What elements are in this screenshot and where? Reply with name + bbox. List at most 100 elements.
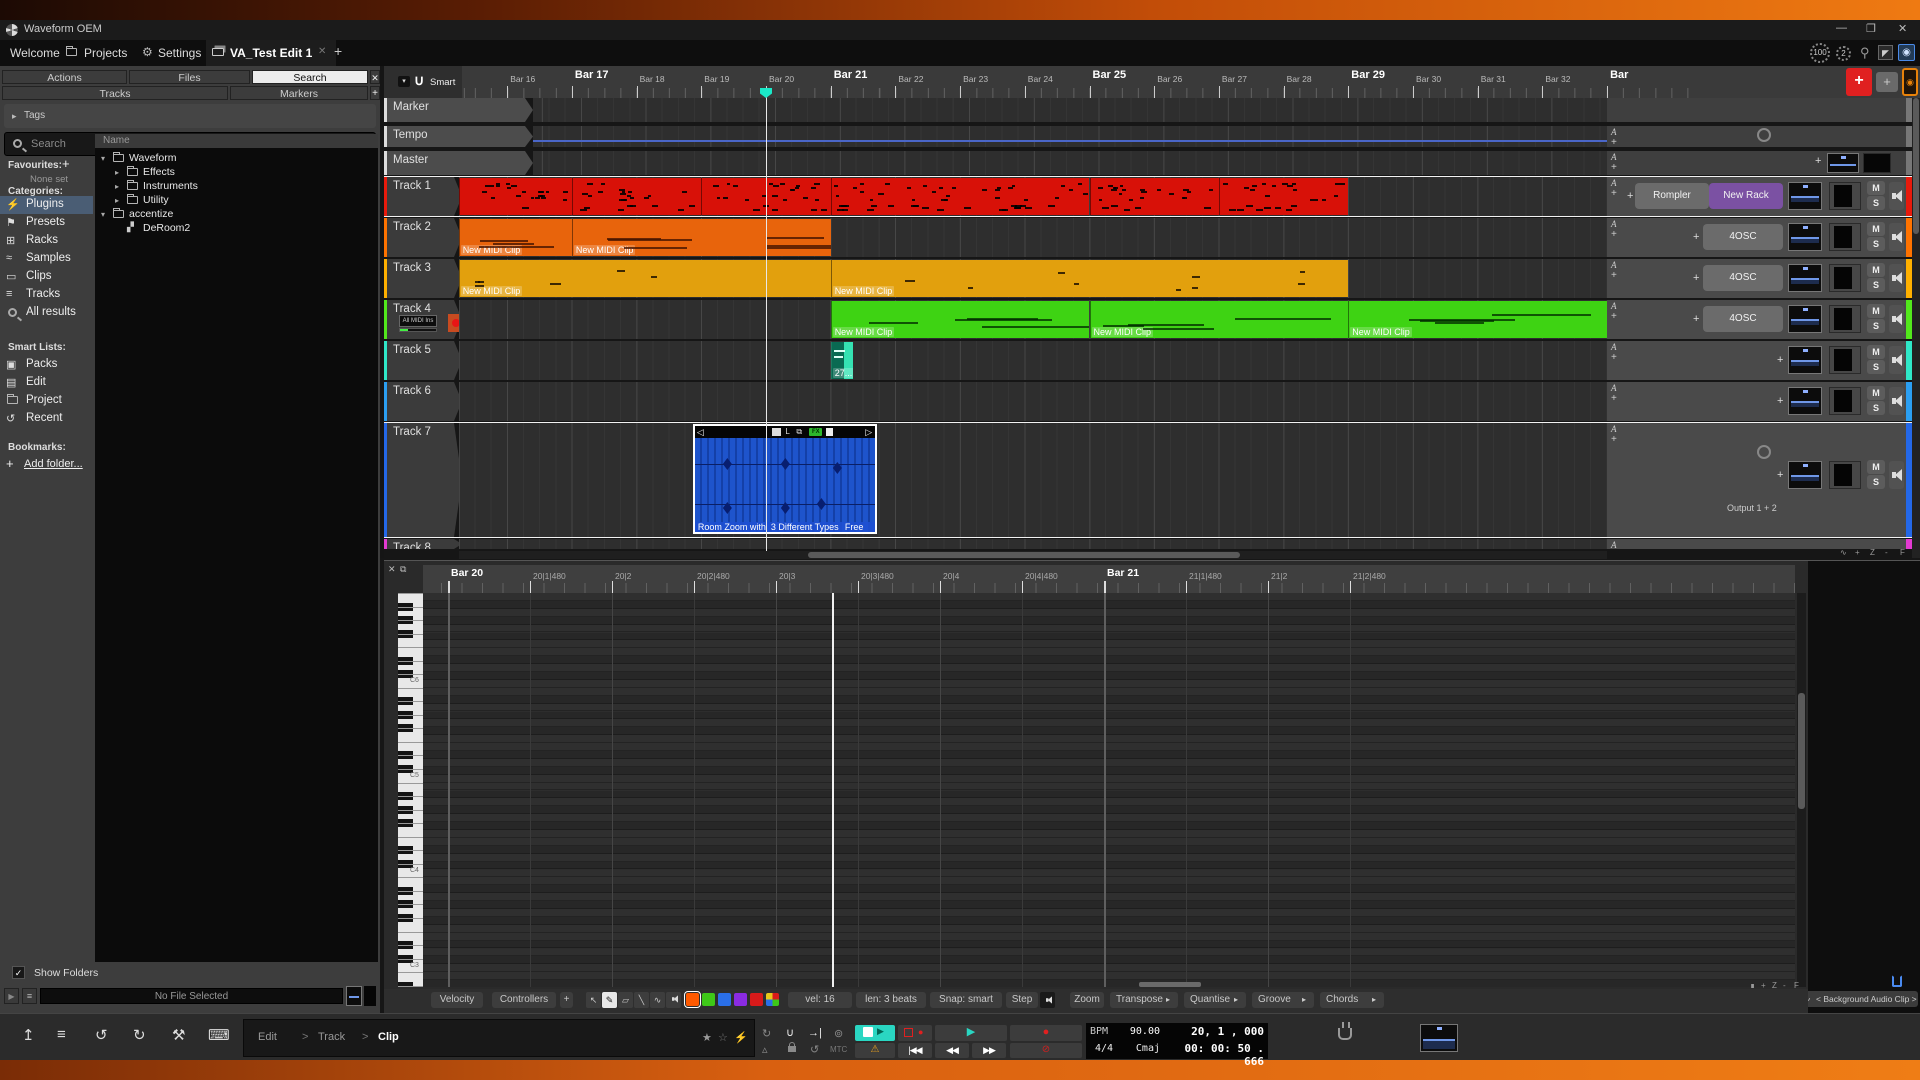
tool-pencil[interactable]: ✎: [602, 992, 617, 1008]
cycle-icon[interactable]: ↻: [762, 1027, 771, 1040]
pr-h-scrollbar-thumb[interactable]: [1139, 982, 1201, 987]
preview-play-button[interactable]: ▶: [4, 988, 19, 1004]
close-tab-icon[interactable]: ✕: [318, 46, 326, 57]
play-button[interactable]: ▶: [935, 1025, 1007, 1041]
speaker-button[interactable]: [1889, 264, 1904, 292]
clip-level-icon[interactable]: L: [785, 427, 789, 436]
add-track-button[interactable]: +: [1846, 68, 1872, 96]
menu-settings[interactable]: Settings: [158, 46, 201, 60]
plug-icon[interactable]: ⚲: [1860, 45, 1870, 61]
midi-clip[interactable]: [831, 178, 1090, 215]
tags-bar[interactable]: ▸Tags: [4, 104, 376, 128]
track-header-master[interactable]: Master: [387, 151, 533, 175]
plugin-chip-4osc[interactable]: 4OSC: [1703, 306, 1783, 332]
solo-button[interactable]: S: [1867, 278, 1885, 292]
speaker-button[interactable]: [1889, 305, 1904, 333]
add-plugin-inline[interactable]: +: [1777, 354, 1783, 366]
len-button[interactable]: len: 3 beats: [856, 992, 926, 1008]
track-header-track-3[interactable]: Track 3: [387, 259, 462, 298]
solo-button[interactable]: S: [1867, 401, 1885, 415]
tab-files[interactable]: Files: [129, 70, 250, 84]
note-color-swatch-3[interactable]: [734, 993, 747, 1006]
note-color-swatch-1[interactable]: [702, 993, 715, 1006]
plugin-chip-new-rack[interactable]: New Rack: [1709, 183, 1783, 209]
pr-v-scrollbar-thumb[interactable]: [1798, 693, 1805, 809]
automation-a[interactable]: A: [1611, 301, 1617, 311]
show-folders-row[interactable]: ✓Show Folders: [0, 962, 380, 984]
tree-item-deroom2[interactable]: ▞DeRoom2: [95, 221, 378, 235]
midi-clip[interactable]: [1090, 178, 1219, 215]
tab-tracks[interactable]: Tracks: [2, 86, 228, 100]
tool-audition[interactable]: [666, 992, 681, 1008]
tab-edit[interactable]: VA_Test Edit 1: [206, 40, 336, 66]
close-button[interactable]: ✕: [1898, 22, 1907, 35]
clip-file-icon[interactable]: [826, 428, 833, 436]
snap-menu-icon[interactable]: ▾: [398, 76, 410, 87]
track-lane[interactable]: [459, 382, 1607, 421]
chevron-right-icon[interactable]: ▸: [115, 168, 119, 177]
menu-transpose[interactable]: Transpose▸: [1110, 992, 1178, 1008]
tree-item-waveform[interactable]: ▾Waveform: [95, 151, 378, 165]
velocity-button[interactable]: Velocity: [431, 992, 483, 1008]
breadcrumb[interactable]: Edit>Track>Clip★☆⚡: [243, 1019, 755, 1057]
record-button[interactable]: ●: [1010, 1025, 1082, 1041]
snap-button[interactable]: Snap: smart: [930, 992, 1002, 1008]
mute-button[interactable]: M: [1867, 386, 1885, 400]
automation-a[interactable]: A: [1611, 260, 1617, 270]
menu-quantise[interactable]: Quantise▸: [1184, 992, 1246, 1008]
master-fader[interactable]: [1827, 153, 1859, 173]
level-gauge[interactable]: 2: [1836, 46, 1851, 61]
master-output-fader[interactable]: [1420, 1024, 1458, 1052]
automation-add[interactable]: +: [1611, 434, 1617, 445]
midi-clip[interactable]: [1219, 178, 1348, 215]
resize-panel-icon[interactable]: ◤: [1878, 45, 1893, 60]
sidebar-item-clips[interactable]: ▭Clips: [0, 268, 93, 286]
chevron-right-icon[interactable]: ▸: [115, 182, 119, 191]
vel-button[interactable]: vel: 16: [788, 992, 852, 1008]
track-lane[interactable]: [459, 177, 1607, 216]
panel-add-button[interactable]: +: [370, 86, 380, 100]
note-color-swatch-0[interactable]: [686, 993, 699, 1006]
mute-button[interactable]: M: [1867, 222, 1885, 236]
tool-cursor[interactable]: ↖: [586, 992, 601, 1008]
minimize-button[interactable]: —: [1836, 22, 1847, 34]
track-header-track-8[interactable]: Track 8: [387, 539, 462, 549]
automation-a[interactable]: A: [1611, 178, 1617, 188]
speaker-button[interactable]: [1889, 223, 1904, 251]
clip-loop-left-icon[interactable]: ◁: [697, 427, 704, 438]
lane-add-button[interactable]: +: [560, 992, 573, 1008]
track-fader[interactable]: [1788, 346, 1822, 374]
position-time[interactable]: 00: 00: 50 . 666: [1166, 1042, 1264, 1068]
abort-button[interactable]: ⊘: [1010, 1043, 1082, 1058]
track-header-tempo[interactable]: Tempo: [387, 126, 533, 147]
automation-add[interactable]: +: [1611, 393, 1617, 404]
plug-icon[interactable]: [1338, 1028, 1352, 1040]
automation-a[interactable]: A: [1611, 152, 1617, 162]
track-lane[interactable]: New MIDI ClipNew MIDI Clip: [459, 218, 1607, 257]
new-tab-button[interactable]: +: [334, 43, 342, 59]
flash-icon[interactable]: ⚡: [734, 1031, 748, 1044]
automation-add[interactable]: +: [1611, 229, 1617, 240]
return-to-start-icon[interactable]: →|: [808, 1027, 822, 1039]
chevron-down-icon[interactable]: ▾: [101, 210, 105, 219]
pianoroll-close-icon[interactable]: ✕: [388, 564, 396, 575]
sidebar-item-packs[interactable]: ▣Packs: [0, 356, 93, 374]
h-scrollbar-thumb[interactable]: [808, 552, 1240, 558]
plugin-chip-4osc[interactable]: 4OSC: [1703, 265, 1783, 291]
bpm-value[interactable]: 90.00: [1120, 1026, 1160, 1037]
clip-loop-right-icon[interactable]: ▷: [865, 427, 872, 438]
add-plugin-inline[interactable]: +: [1777, 395, 1783, 407]
track-lane[interactable]: [533, 151, 1607, 175]
arrange-zoom-2[interactable]: Z: [1870, 548, 1875, 557]
track-header-track-1[interactable]: Track 1: [387, 177, 462, 216]
tools-button[interactable]: ⚒: [172, 1026, 185, 1044]
undo-button[interactable]: ↺: [95, 1026, 108, 1044]
sidebar-item-recent[interactable]: ↺Recent: [0, 410, 93, 428]
step-audition-button[interactable]: [1040, 992, 1055, 1008]
add-folder-link[interactable]: Add folder...: [24, 458, 83, 470]
tree-item-instruments[interactable]: ▸Instruments: [95, 179, 378, 193]
metronome-icon[interactable]: ▵: [762, 1043, 768, 1056]
star-icon[interactable]: ★: [702, 1031, 712, 1044]
add-master-plugin[interactable]: +: [1815, 155, 1821, 167]
mute-button[interactable]: M: [1867, 304, 1885, 318]
